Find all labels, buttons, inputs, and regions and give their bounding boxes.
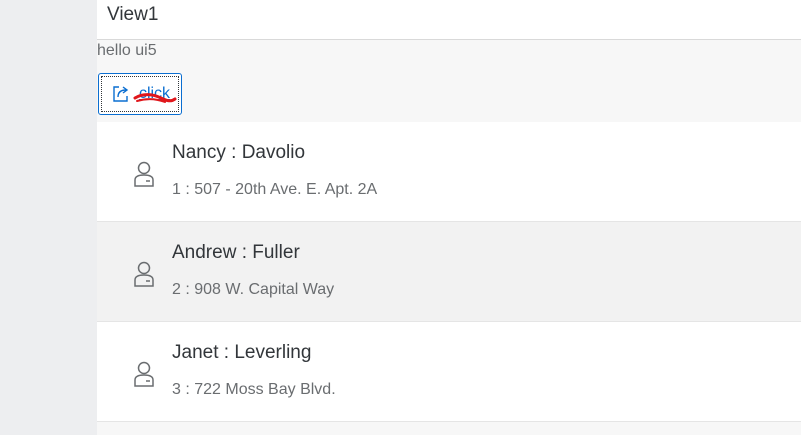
item-title: Andrew : Fuller [172, 242, 300, 263]
item-title: Nancy : Davolio [172, 142, 306, 163]
list-item[interactable]: Andrew : Fuller 2 : 908 W. Capital Way [97, 222, 801, 322]
click-button-label: click [138, 85, 171, 102]
person-icon [131, 360, 157, 390]
greeting-text: hello ui5 [97, 42, 157, 59]
external-link-icon [110, 83, 132, 105]
page-header: View1 [97, 0, 801, 40]
click-button[interactable]: click [98, 73, 182, 115]
page-title: View1 [107, 4, 159, 25]
employee-list: Nancy : Davolio 1 : 507 - 20th Ave. E. A… [97, 122, 801, 422]
list-item[interactable]: Janet : Leverling 3 : 722 Moss Bay Blvd. [97, 322, 801, 422]
item-description: 1 : 507 - 20th Ave. E. Apt. 2A [172, 181, 378, 198]
item-description: 2 : 908 W. Capital Way [172, 281, 335, 298]
list-item[interactable]: Nancy : Davolio 1 : 507 - 20th Ave. E. A… [97, 122, 801, 222]
person-icon [131, 260, 157, 290]
item-title: Janet : Leverling [172, 342, 312, 363]
person-icon [131, 160, 157, 190]
item-description: 3 : 722 Moss Bay Blvd. [172, 381, 336, 398]
app-page: View1 hello ui5 click Nancy : Davolio 1 … [97, 0, 801, 435]
